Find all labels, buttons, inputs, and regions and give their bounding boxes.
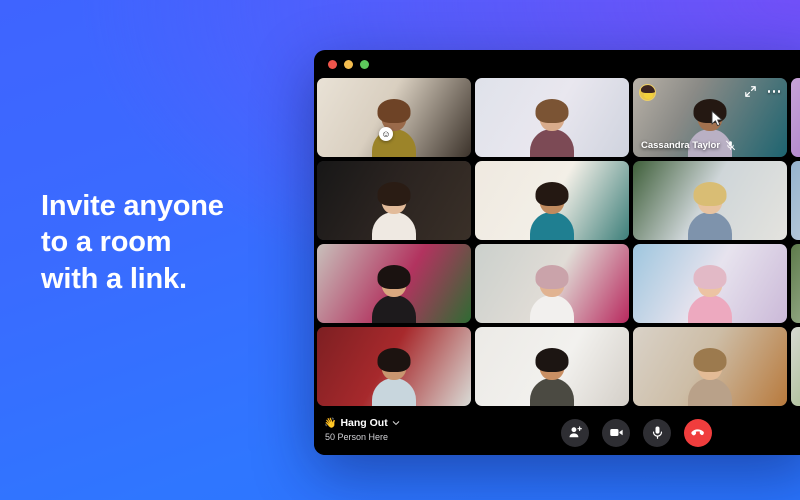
call-controls	[561, 418, 712, 447]
participant-tile[interactable]	[791, 327, 800, 406]
participant-silhouette	[529, 182, 575, 240]
participant-name-text: Cassandra Taylor	[641, 140, 721, 151]
participant-silhouette	[371, 348, 417, 406]
microphone-muted-icon	[726, 140, 735, 151]
avatar[interactable]	[639, 84, 656, 101]
tile-hover-controls	[744, 85, 780, 98]
participant-tile[interactable]	[633, 327, 787, 406]
maximize-icon[interactable]	[360, 60, 369, 69]
more-options-icon[interactable]	[767, 90, 780, 93]
participant-name-label: Cassandra Taylor	[641, 140, 736, 151]
participant-silhouette	[371, 265, 417, 323]
participant-silhouette	[687, 182, 733, 240]
participant-silhouette	[529, 99, 575, 157]
video-camera-icon	[609, 429, 623, 436]
participant-tile[interactable]: Cassandra Taylor	[633, 78, 787, 157]
call-bottom-bar: 👋 Hang Out 50 Person Here	[314, 410, 800, 455]
participant-tile[interactable]	[791, 78, 800, 157]
participant-tile[interactable]	[791, 244, 800, 323]
mouse-cursor	[711, 110, 724, 128]
participant-tile[interactable]	[475, 161, 629, 240]
participant-tile[interactable]	[475, 327, 629, 406]
participant-tile[interactable]	[791, 161, 800, 240]
minimize-icon[interactable]	[344, 60, 353, 69]
wave-emoji-icon: 👋	[324, 417, 337, 429]
video-feed	[791, 161, 800, 240]
video-camera-button[interactable]	[602, 418, 630, 447]
participant-silhouette	[371, 182, 417, 240]
participant-tile[interactable]	[475, 244, 629, 323]
phone-hangup-icon	[691, 428, 704, 435]
participant-silhouette	[529, 348, 575, 406]
chevron-down-icon[interactable]	[392, 419, 400, 427]
microphone-button[interactable]	[643, 418, 671, 447]
page-title: Invite anyone to a room with a link.	[41, 190, 224, 295]
close-icon[interactable]	[328, 60, 337, 69]
microphone-icon	[652, 426, 662, 439]
expand-icon[interactable]	[744, 85, 757, 98]
video-feed	[791, 244, 800, 323]
add-person-icon	[569, 426, 582, 438]
room-info[interactable]: 👋 Hang Out 50 Person Here	[324, 417, 400, 442]
participant-silhouette	[687, 348, 733, 406]
participant-tile[interactable]	[633, 244, 787, 323]
participant-silhouette	[687, 265, 733, 323]
participant-tile[interactable]: ☺	[317, 78, 471, 157]
participant-tile[interactable]	[317, 327, 471, 406]
participant-tile[interactable]	[633, 161, 787, 240]
traffic-lights	[328, 60, 369, 69]
participant-grid: ☺ Cassandra Taylor	[317, 78, 800, 410]
participant-silhouette	[529, 265, 575, 323]
participant-silhouette	[371, 99, 417, 157]
window-titlebar	[314, 50, 800, 78]
reaction-badge[interactable]: ☺	[379, 127, 393, 141]
participant-tile[interactable]	[317, 161, 471, 240]
participant-tile[interactable]	[475, 78, 629, 157]
participant-tile[interactable]	[317, 244, 471, 323]
room-title-row[interactable]: 👋 Hang Out	[324, 417, 400, 429]
video-feed	[791, 78, 800, 157]
participant-count-label: 50 Person Here	[325, 432, 389, 442]
video-call-window: ☺ Cassandra Taylor 👋 Hang Out 50 Person H…	[314, 50, 800, 455]
video-feed	[791, 327, 800, 406]
add-person-button[interactable]	[561, 418, 589, 447]
room-name-label: Hang Out	[340, 417, 388, 429]
end-call-button[interactable]	[684, 418, 712, 447]
